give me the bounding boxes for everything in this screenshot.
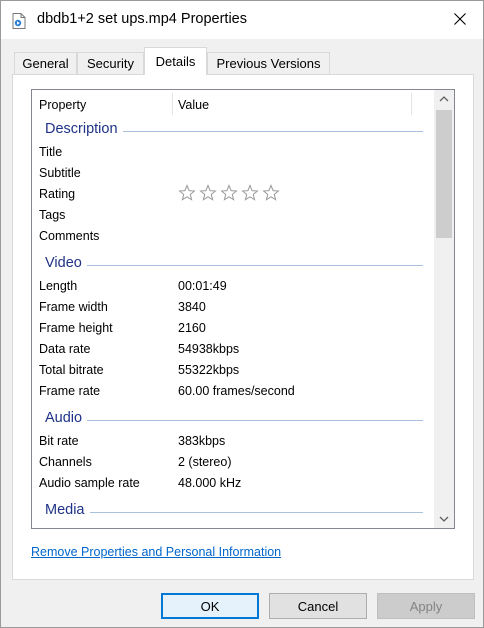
column-header-value[interactable]: Value (178, 98, 209, 112)
tab-previous-versions[interactable]: Previous Versions (207, 52, 330, 74)
scroll-thumb[interactable] (436, 110, 452, 238)
property-value[interactable]: 00:01:49 (178, 279, 227, 293)
group-header-audio: Audio (32, 408, 434, 430)
property-name: Length (39, 279, 78, 293)
property-row[interactable]: Audio sample rate 48.000 kHz (32, 473, 434, 494)
ok-button[interactable]: OK (161, 593, 259, 619)
star-outline-icon[interactable] (241, 184, 259, 202)
group-header-video: Video (32, 253, 434, 275)
group-divider (45, 420, 423, 421)
property-name: Data rate (39, 342, 91, 356)
property-row[interactable]: Frame width 3840 (32, 297, 434, 318)
property-value[interactable]: 2160 (178, 321, 206, 335)
property-value[interactable]: 383kbps (178, 434, 225, 448)
property-row[interactable]: Frame rate 60.00 frames/second (32, 381, 434, 402)
property-name: Audio sample rate (39, 476, 140, 490)
property-row[interactable]: Subtitle (32, 163, 434, 184)
property-row[interactable]: Title (32, 142, 434, 163)
details-panel: Property Value Description Title Subtitl… (12, 74, 474, 580)
column-divider[interactable] (411, 93, 412, 115)
cancel-button[interactable]: Cancel (269, 593, 367, 619)
close-button[interactable] (437, 1, 483, 39)
group-header-media: Media (32, 500, 434, 522)
property-name: Frame rate (39, 384, 101, 398)
video-file-icon (12, 13, 26, 29)
property-name: Bit rate (39, 434, 79, 448)
group-label: Description (45, 121, 123, 137)
property-value[interactable]: 3840 (178, 300, 206, 314)
tab-security[interactable]: Security (77, 52, 144, 74)
property-name: Frame height (39, 321, 113, 335)
property-name: Subtitle (39, 166, 81, 180)
column-divider[interactable] (172, 93, 173, 115)
property-row[interactable]: Tags (32, 205, 434, 226)
property-row[interactable]: Channels 2 (stereo) (32, 452, 434, 473)
properties-list[interactable]: Property Value Description Title Subtitl… (31, 89, 455, 529)
apply-button[interactable]: Apply (377, 593, 475, 619)
group-label: Video (45, 255, 87, 271)
property-name: Channels (39, 455, 92, 469)
property-row[interactable]: Length 00:01:49 (32, 276, 434, 297)
scroll-up-button[interactable] (434, 90, 454, 108)
scroll-down-button[interactable] (434, 510, 454, 528)
window-title: dbdb1+2 set ups.mp4 Properties (37, 11, 247, 27)
property-row[interactable]: Frame height 2160 (32, 318, 434, 339)
vertical-scrollbar[interactable] (434, 90, 454, 528)
property-value[interactable]: 55322kbps (178, 363, 239, 377)
property-name: Tags (39, 208, 66, 222)
tab-general[interactable]: General (14, 52, 77, 74)
column-header-property[interactable]: Property (39, 98, 86, 112)
title-bar: dbdb1+2 set ups.mp4 Properties (1, 1, 483, 39)
star-outline-icon[interactable] (178, 184, 196, 202)
property-row[interactable]: Bit rate 383kbps (32, 431, 434, 452)
star-outline-icon[interactable] (199, 184, 217, 202)
chevron-down-icon (439, 516, 449, 522)
tab-details[interactable]: Details (144, 47, 207, 75)
group-label: Audio (45, 410, 88, 426)
star-outline-icon[interactable] (262, 184, 280, 202)
property-name: Frame width (39, 300, 108, 314)
group-divider (45, 265, 423, 266)
property-value[interactable]: 60.00 frames/second (178, 384, 295, 398)
star-outline-icon[interactable] (220, 184, 238, 202)
rating-stars[interactable] (178, 184, 280, 202)
group-divider (45, 512, 423, 513)
group-header-description: Description (32, 119, 434, 141)
property-row-rating[interactable]: Rating (32, 184, 434, 205)
property-value[interactable]: 48.000 kHz (178, 476, 241, 490)
property-row[interactable]: Data rate 54938kbps (32, 339, 434, 360)
group-label: Media (45, 502, 90, 518)
close-icon (454, 12, 466, 28)
property-value[interactable]: 2 (stereo) (178, 455, 232, 469)
column-header: Property Value (32, 90, 434, 117)
properties-dialog: dbdb1+2 set ups.mp4 Properties General S… (0, 0, 484, 628)
chevron-up-icon (439, 96, 449, 102)
property-value[interactable]: 54938kbps (178, 342, 239, 356)
remove-properties-link[interactable]: Remove Properties and Personal Informati… (31, 545, 281, 559)
property-row[interactable]: Comments (32, 226, 434, 247)
property-name: Title (39, 145, 63, 159)
property-name: Total bitrate (39, 363, 104, 377)
property-name: Comments (39, 229, 100, 243)
property-row[interactable]: Total bitrate 55322kbps (32, 360, 434, 381)
property-name: Rating (39, 187, 76, 201)
